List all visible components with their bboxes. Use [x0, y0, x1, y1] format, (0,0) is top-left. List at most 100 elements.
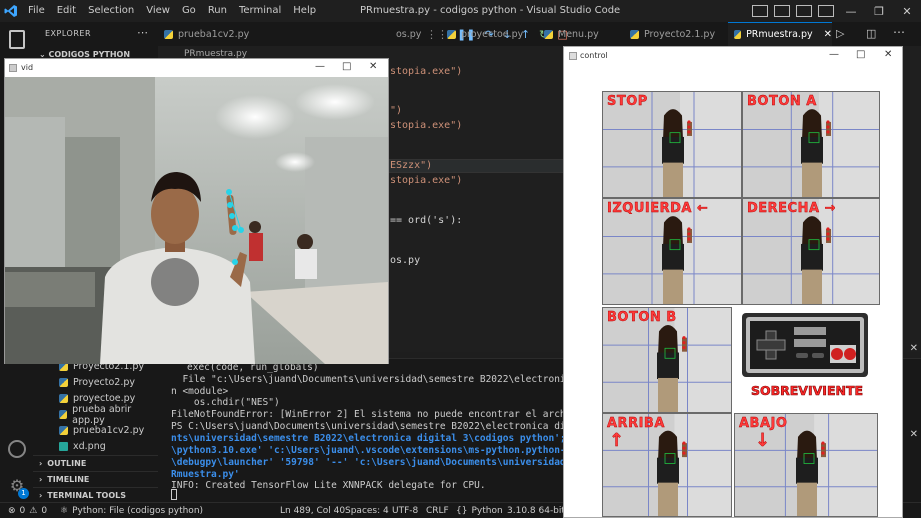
encoding-label: UTF-8: [392, 506, 419, 516]
file-item[interactable]: prueba abrir app.py: [59, 404, 158, 426]
close-panel-icon[interactable]: ✕: [910, 429, 918, 440]
file-item[interactable]: prueba1cv2.py: [59, 423, 144, 438]
vid-window[interactable]: vid — □ ✕: [4, 58, 389, 364]
eol-label: CRLF: [426, 506, 449, 516]
menu-help[interactable]: Help: [287, 0, 322, 22]
control-titlebar[interactable]: control — □ ✕: [564, 47, 902, 65]
window-app-icon: [9, 64, 17, 72]
vid-titlebar[interactable]: vid — □ ✕: [5, 59, 388, 77]
error-icon: ⊗: [8, 506, 16, 516]
gesture-label: BOTON B: [607, 310, 677, 325]
section-timeline[interactable]: › TIMELINE: [33, 471, 158, 487]
code-line: stopia.exe"): [390, 66, 463, 77]
file-label: proyectoe.py: [73, 393, 136, 404]
menu-selection[interactable]: Selection: [82, 0, 140, 22]
tab-prueba1cv2[interactable]: prueba1cv2.py: [158, 22, 266, 46]
tab-os[interactable]: os.py: [390, 22, 434, 46]
terminal-line: Rmuestra.py': [171, 469, 240, 480]
file-label: Proyecto2.py: [73, 377, 136, 388]
update-badge: 1: [18, 488, 29, 499]
tab-proyecto2-1[interactable]: Proyecto2.1.py: [624, 22, 724, 46]
minimize-icon[interactable]: —: [829, 49, 839, 60]
minimize-icon[interactable]: —: [315, 61, 325, 72]
toggle-sidebar-icon[interactable]: [752, 5, 768, 17]
menu-edit[interactable]: Edit: [51, 0, 82, 22]
tab-prmuestra[interactable]: PRmuestra.py ✕: [728, 22, 832, 46]
control-window[interactable]: control — □ ✕ STOP BOTON A IZQUIERDA ← D…: [563, 46, 903, 518]
restore-icon[interactable]: ❐: [865, 5, 893, 18]
nes-title: SOBREVIVIENTE: [750, 383, 864, 399]
toggle-panel-icon[interactable]: [774, 5, 790, 17]
close-icon[interactable]: ✕: [893, 5, 921, 18]
terminal-line: n <module>: [171, 386, 229, 397]
file-item[interactable]: xd.png: [59, 439, 106, 454]
spaces-label: Spaces: 4: [345, 506, 389, 516]
language-mode[interactable]: {} Python: [456, 503, 503, 518]
python-file-icon: [447, 29, 456, 39]
image-file-icon: [59, 442, 68, 451]
gesture-cell-arriba: ARRIBA ↑: [602, 413, 732, 517]
python-file-icon: [59, 410, 68, 419]
terminal-line: nts\universidad\semestre B2022\electroni…: [171, 433, 595, 444]
split-editor-icon[interactable]: ◫: [866, 27, 876, 40]
run-icon[interactable]: ▷: [836, 27, 844, 40]
gesture-cell-izquierda: IZQUIERDA ←: [602, 198, 742, 305]
python-file-icon: [59, 394, 68, 403]
gesture-cell-derecha: DERECHA →: [742, 198, 880, 305]
gesture-cell-abajo: ABAJO ↓: [734, 413, 878, 517]
more-actions-icon[interactable]: ⋯: [893, 25, 905, 39]
file-item[interactable]: Proyecto2.py: [59, 375, 135, 390]
menu-go[interactable]: Go: [176, 0, 202, 22]
vscode-logo-icon: [0, 0, 22, 22]
interpreter-label: Python: File (codigos python): [72, 506, 204, 516]
explorer-icon[interactable]: [9, 30, 25, 49]
close-icon[interactable]: ✕: [369, 61, 377, 72]
maximize-icon[interactable]: □: [856, 49, 865, 60]
python-file-icon: [59, 378, 68, 387]
tab-label: Menu.py: [558, 28, 599, 40]
close-tab-icon[interactable]: ✕: [824, 29, 832, 40]
close-icon[interactable]: ✕: [884, 49, 892, 60]
gesture-label: IZQUIERDA ←: [607, 201, 709, 216]
cursor-position[interactable]: Ln 489, Col 40: [280, 503, 345, 518]
menu-view[interactable]: View: [140, 0, 176, 22]
account-icon[interactable]: [8, 440, 26, 458]
language-label: Python: [471, 506, 503, 516]
section-terminal-tools[interactable]: › TERMINAL TOOLS: [33, 487, 158, 503]
customize-layout-icon[interactable]: [818, 5, 834, 17]
window-title: PRmuestra.py - codigos python - Visual S…: [360, 5, 621, 16]
file-label: xd.png: [73, 441, 106, 452]
menu-run[interactable]: Run: [202, 0, 233, 22]
toggle-secondary-sidebar-icon[interactable]: [796, 5, 812, 17]
tab-menu[interactable]: Menu.py: [538, 22, 622, 46]
gesture-cell-boton-a: BOTON A: [742, 91, 880, 198]
encoding-setting[interactable]: UTF-8: [392, 503, 418, 518]
terminal-line: INFO: Created TensorFlow Lite XNNPACK de…: [171, 480, 486, 491]
braces-icon: {}: [456, 506, 468, 516]
maximize-icon[interactable]: □: [342, 61, 351, 72]
terminal-cursor: [171, 489, 177, 500]
tab-proyectoe[interactable]: proyectoe.py: [441, 22, 537, 46]
python-interpreter-item[interactable]: ⚛ Python: File (codigos python): [60, 503, 203, 518]
chevron-right-icon: ›: [39, 491, 43, 500]
terminal-line: File "c:\Users\juand\Documents\universid…: [171, 374, 600, 385]
editor-tabs: prueba1cv2.py ⋮⋮ ❚❚ ↷ ↓ ↑ ↻ □ os.py proy…: [158, 22, 921, 46]
tab-label: proyectoe.py: [461, 28, 524, 40]
python-env-icon: ⚛: [60, 506, 69, 516]
chevron-right-icon: ›: [39, 475, 43, 484]
gesture-label: ABAJO: [739, 416, 788, 431]
minimize-icon[interactable]: —: [837, 5, 865, 18]
section-outline[interactable]: › OUTLINE: [33, 455, 158, 471]
close-panel-icon[interactable]: ✕: [910, 343, 918, 354]
terminal-line: PS C:\Users\juand\Documents\universidad\…: [171, 421, 595, 432]
menu-file[interactable]: File: [22, 0, 51, 22]
code-line: stopia.exe"): [390, 175, 463, 186]
indent-setting[interactable]: Spaces: 4: [345, 503, 389, 518]
eol-setting[interactable]: CRLF: [426, 503, 449, 518]
tab-label: os.py: [396, 28, 422, 40]
more-actions-icon[interactable]: ⋯: [137, 26, 148, 39]
section-label: OUTLINE: [47, 459, 87, 468]
problems-indicator[interactable]: ⊗ 0 ⚠ 0: [8, 503, 47, 518]
menu-terminal[interactable]: Terminal: [233, 0, 287, 22]
vid-window-title: vid: [21, 63, 34, 72]
